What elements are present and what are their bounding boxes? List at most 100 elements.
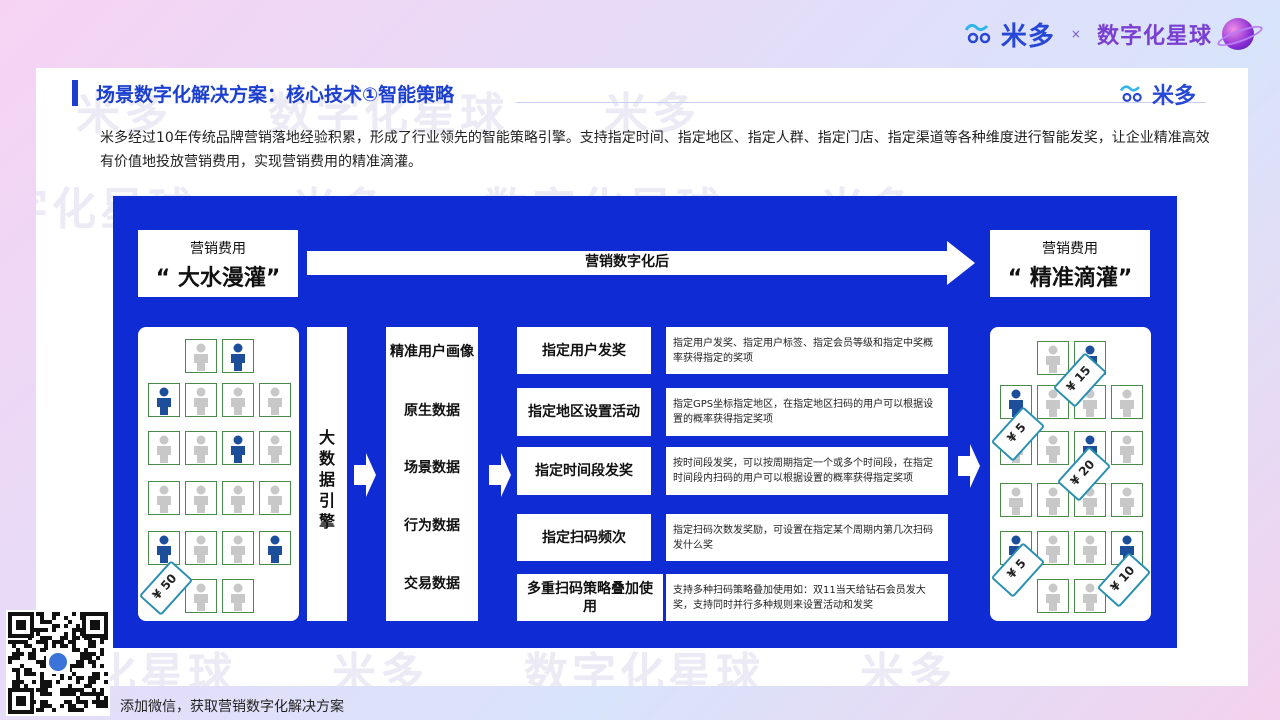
person-figure <box>222 481 254 515</box>
person-figure <box>222 579 254 613</box>
transform-arrow-label: 营销数字化后 <box>585 254 669 270</box>
strategy-user: 指定用户发奖 <box>517 327 651 374</box>
strategy-region: 指定地区设置活动 <box>517 388 651 436</box>
person-icon <box>231 535 245 563</box>
engine-label-char: 大 <box>318 428 335 447</box>
person-figure <box>185 481 217 515</box>
right-header-box: 营销费用 “ 精准滴灌” <box>990 230 1150 297</box>
person-icon <box>1046 435 1060 463</box>
midoo-logo-text: 米多 <box>1000 21 1055 52</box>
person-figure <box>1037 431 1069 465</box>
person-icon <box>231 343 245 371</box>
data-sources-column: 精准用户画像 原生数据 场景数据 行为数据 交易数据 <box>386 327 478 621</box>
person-icon <box>194 583 208 611</box>
midoo-logo: 米多 <box>963 16 1055 53</box>
midoo-mark-icon <box>1119 85 1142 102</box>
person-icon <box>157 535 171 563</box>
midoo-mark-icon <box>964 23 991 44</box>
page-title: 场景数字化解决方案：核心技术①智能策略 <box>96 84 455 106</box>
wechat-qr-code[interactable] <box>6 610 110 716</box>
slide-card: 米多 数字化星球 米多 数字化星球 米多 数字化星球 米多 米多 数字化星球 米… <box>36 68 1248 686</box>
person-figure <box>185 339 217 373</box>
strategy-user-desc: 指定用户发奖、指定用户标签、指定会员等级和指定中奖概率获得指定的奖项 <box>666 327 948 374</box>
engine-label-char: 引 <box>318 491 335 510</box>
person-icon <box>268 485 282 513</box>
engine-label-char: 据 <box>318 470 335 489</box>
person-figure <box>148 431 180 465</box>
person-icon <box>231 435 245 463</box>
person-figure <box>1037 579 1069 613</box>
engine-label-char: 擎 <box>318 512 335 531</box>
left-header-box: 营销费用 “ 大水漫灌” <box>138 230 298 297</box>
person-icon <box>231 583 245 611</box>
person-figure <box>1037 341 1069 375</box>
person-icon <box>1083 535 1097 563</box>
big-data-engine: 大数据引擎 <box>307 327 347 621</box>
person-icon <box>194 343 208 371</box>
flow-arrow-icon <box>958 444 980 488</box>
person-highlighted <box>148 383 180 417</box>
person-figure <box>185 383 217 417</box>
data-item-scene: 场景数据 <box>404 460 460 476</box>
engine-label-char: 数 <box>318 449 335 468</box>
person-icon <box>231 387 245 415</box>
person-icon <box>268 435 282 463</box>
crowd-before-box: ¥ 50 <box>138 327 299 621</box>
person-icon <box>231 485 245 513</box>
data-item-transaction: 交易数据 <box>404 576 460 592</box>
person-icon <box>194 387 208 415</box>
person-icon <box>1046 345 1060 373</box>
person-icon <box>157 387 171 415</box>
strategy-combined: 多重扫码策略叠加使用 <box>517 574 663 621</box>
strategy-combined-desc: 支持多种扫码策略叠加使用如：双11当天给钻石会员发大奖，支持同时并行多种规则来设… <box>666 574 948 621</box>
person-figure <box>259 431 291 465</box>
left-header-line2: “ 大水漫灌” <box>155 266 281 291</box>
flow-arrow-icon <box>354 453 376 497</box>
strategy-frequency: 指定扫码频次 <box>517 514 651 561</box>
intro-paragraph: 米多经过10年传统品牌营销落地经验积累，形成了行业领先的智能策略引擎。支持指定时… <box>100 130 1210 170</box>
person-highlighted <box>222 339 254 373</box>
crowd-after-box: ¥ 15 ¥ 5 ¥ 20 ¥ 5 ¥ 10 <box>990 327 1152 621</box>
person-figure <box>222 531 254 565</box>
person-icon <box>194 435 208 463</box>
person-icon <box>1046 487 1060 515</box>
header-brand: 米多 × 数字化星球 <box>963 14 1254 54</box>
person-figure <box>185 579 217 613</box>
person-icon <box>1120 487 1134 515</box>
strategy-diagram: 营销费用 “ 大水漫灌” 营销数字化后 营销费用 “ 精准滴灌” ¥ 50 大数… <box>113 196 1177 648</box>
person-icon <box>1046 583 1060 611</box>
person-highlighted <box>259 531 291 565</box>
strategy-region-desc: 指定GPS坐标指定地区，在指定地区扫码的用户可以根据设置的概率获得指定奖项 <box>666 388 948 436</box>
strategy-time: 指定时间段发奖 <box>517 447 651 495</box>
person-figure <box>1000 483 1032 517</box>
left-header-line1: 营销费用 <box>190 241 246 257</box>
person-icon <box>194 485 208 513</box>
brand-cross: × <box>1070 27 1081 41</box>
flow-arrow-icon <box>489 453 511 497</box>
engine-label: 大数据引擎 <box>307 427 347 532</box>
person-icon <box>1009 487 1023 515</box>
card-midoo-logo: 米多 <box>1118 78 1196 110</box>
person-figure <box>1111 483 1143 517</box>
title-divider <box>516 102 1206 103</box>
right-header-line1: 营销费用 <box>1042 241 1098 257</box>
card-logo-text: 米多 <box>1151 84 1196 109</box>
person-figure <box>222 383 254 417</box>
person-figure <box>185 431 217 465</box>
person-icon <box>194 535 208 563</box>
footer-cta[interactable]: 添加微信，获取营销数字化解决方案 <box>120 696 344 716</box>
planet-brand-text: 数字化星球 <box>1096 24 1212 49</box>
data-item-behavior: 行为数据 <box>404 518 460 534</box>
strategy-frequency-desc: 指定扫码次数发奖励，可设置在指定某个周期内第几次扫码发什么奖 <box>666 514 948 561</box>
person-figure <box>1074 531 1106 565</box>
person-figure <box>1111 385 1143 419</box>
person-figure <box>148 481 180 515</box>
person-highlighted <box>148 531 180 565</box>
person-figure <box>185 531 217 565</box>
right-header-line2: “ 精准滴灌” <box>1007 266 1133 291</box>
person-icon <box>1120 389 1134 417</box>
person-icon <box>1120 435 1134 463</box>
person-figure <box>259 383 291 417</box>
person-icon <box>157 485 171 513</box>
strategy-time-desc: 按时间段发奖，可以按周期指定一个或多个时间段，在指定时间段内扫码的用户可以根据设… <box>666 447 948 495</box>
